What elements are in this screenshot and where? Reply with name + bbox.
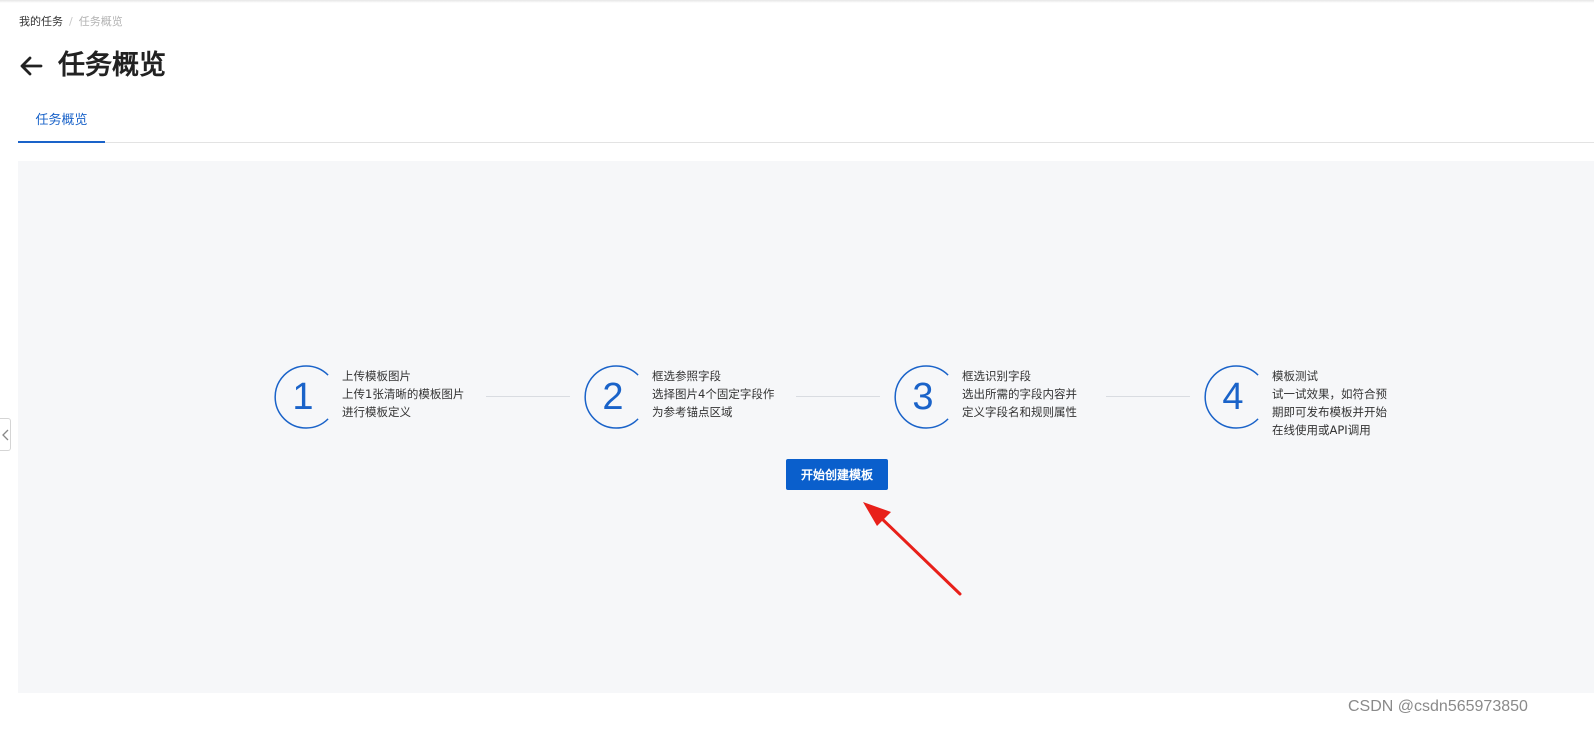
step-line: 期即可发布模板并开始: [1272, 405, 1387, 419]
tab-bar: 任务概览: [18, 106, 1594, 143]
page-header: 任务概览: [18, 48, 166, 84]
step-line: 选出所需的字段内容并: [962, 387, 1077, 401]
page-title: 任务概览: [58, 50, 166, 81]
step-title: 框选参照字段: [652, 369, 721, 383]
step-connector: [486, 396, 570, 397]
step-number: 4: [1222, 376, 1244, 418]
watermark: CSDN @csdn565973850: [1348, 698, 1528, 715]
breadcrumb-separator: /: [69, 15, 73, 28]
annotation-arrow-icon: [863, 502, 962, 596]
step-line: 上传1张清晰的模板图片: [342, 387, 465, 401]
step-title: 模板测试: [1272, 369, 1318, 383]
breadcrumb-current: 任务概览: [78, 15, 123, 28]
step-title: 框选识别字段: [962, 369, 1031, 383]
step-number: 2: [602, 376, 624, 418]
step-line: 在线使用或API调用: [1272, 423, 1371, 437]
step-description: 模板测试 试一试效果，如符合预 期即可发布模板并开始 在线使用或API调用: [1272, 367, 1402, 439]
breadcrumb-my-tasks[interactable]: 我的任务: [19, 15, 63, 28]
tab-task-overview[interactable]: 任务概览: [18, 106, 105, 143]
step-description: 框选参照字段 选择图片4个固定字段作 为参考锚点区域: [652, 367, 782, 421]
step-number: 1: [292, 376, 314, 418]
breadcrumb: 我的任务 / 任务概览: [19, 15, 123, 29]
step-title: 上传模板图片: [342, 369, 411, 383]
step-line: 进行模板定义: [342, 405, 411, 419]
step-description: 上传模板图片 上传1张清晰的模板图片 进行模板定义: [342, 367, 472, 421]
step-line: 为参考锚点区域: [652, 405, 733, 419]
step-number: 3: [912, 376, 934, 418]
step-description: 框选识别字段 选出所需的字段内容并 定义字段名和规则属性: [962, 367, 1092, 421]
step-line: 定义字段名和规则属性: [962, 405, 1077, 419]
top-shadow-line: [0, 0, 1594, 3]
start-create-template-button[interactable]: 开始创建模板: [786, 459, 888, 490]
step-connector: [1106, 396, 1190, 397]
step-connector: [796, 396, 880, 397]
sidebar-collapse-handle[interactable]: [0, 418, 11, 451]
step-line: 选择图片4个固定字段作: [652, 387, 775, 401]
arrow-left-icon[interactable]: [18, 53, 44, 79]
chevron-left-icon: [1, 429, 8, 440]
step-line: 试一试效果，如符合预: [1272, 387, 1387, 401]
